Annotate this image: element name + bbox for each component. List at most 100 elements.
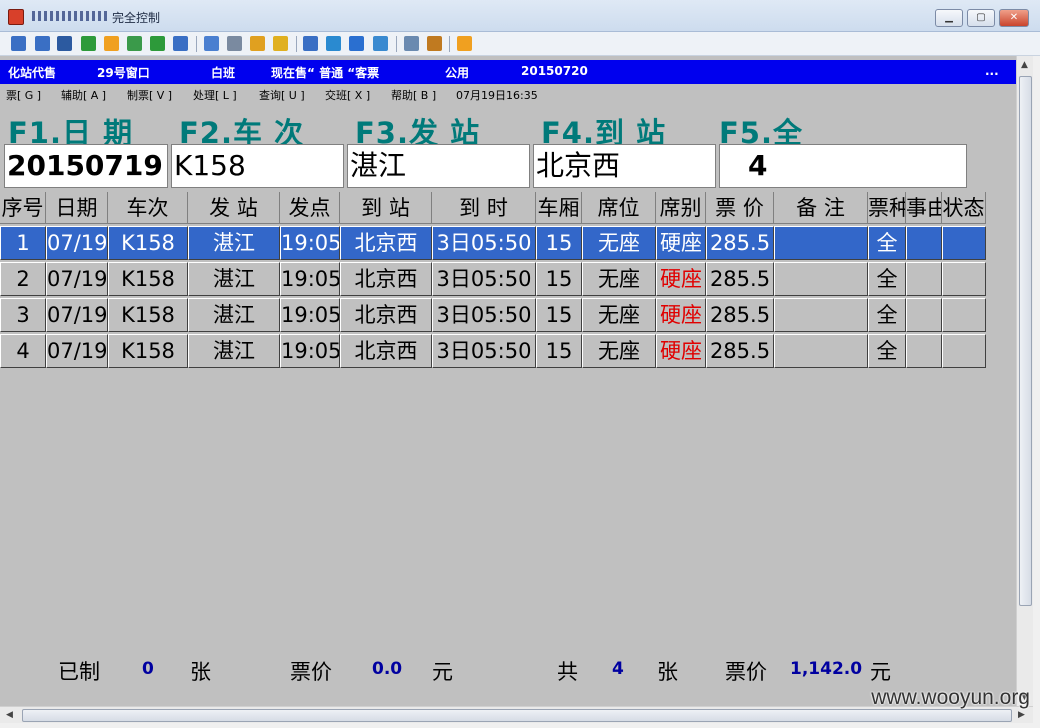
train-number-field[interactable]: K158 bbox=[171, 144, 344, 188]
title-obscured-text bbox=[32, 11, 110, 21]
toolbar-separator bbox=[196, 36, 197, 52]
menu-query[interactable]: 查询[ U ] bbox=[259, 87, 305, 103]
minimize-button[interactable]: ▁ bbox=[935, 9, 963, 27]
header-class: 席别 bbox=[656, 192, 706, 224]
cell-price: 285.5 bbox=[706, 334, 774, 368]
cell-to: 北京西 bbox=[340, 298, 432, 332]
table-row[interactable]: 4 07/19 K158 湛江 19:05 北京西 3日05:50 15 无座 硬座 285.5 全 bbox=[0, 334, 990, 368]
cell-price: 285.5 bbox=[706, 262, 774, 296]
cell-class: 硬座 bbox=[656, 262, 706, 296]
window-title: 完全控制 bbox=[112, 11, 161, 25]
window-icon[interactable] bbox=[303, 36, 318, 51]
cell-ticket-type: 全 bbox=[868, 298, 906, 332]
table-row[interactable]: 2 07/19 K158 湛江 19:05 北京西 3日05:50 15 无座 硬座 285.5 全 bbox=[0, 262, 990, 296]
scroll-up-icon[interactable]: ▲ bbox=[1021, 60, 1028, 70]
cell-reason bbox=[906, 226, 942, 260]
cell-date: 07/19 bbox=[46, 226, 108, 260]
horizontal-scroll-thumb[interactable] bbox=[22, 709, 1012, 722]
cell-depart-time: 19:05 bbox=[280, 334, 340, 368]
close-button[interactable]: ✕ bbox=[999, 9, 1029, 27]
header-remark: 备 注 bbox=[774, 192, 868, 224]
terminal-icon[interactable] bbox=[57, 36, 72, 51]
cell-status bbox=[942, 334, 986, 368]
exit-icon[interactable] bbox=[457, 36, 472, 51]
computer-icon[interactable] bbox=[11, 36, 26, 51]
cell-coach: 15 bbox=[536, 334, 582, 368]
shift-label: 白班 bbox=[211, 66, 236, 80]
power-icon[interactable] bbox=[104, 36, 119, 51]
unlock-icon[interactable] bbox=[273, 36, 288, 51]
toolbar-separator bbox=[296, 36, 297, 52]
chat-icon[interactable] bbox=[127, 36, 142, 51]
business-date: 20150720 bbox=[521, 64, 588, 78]
from-station-field[interactable]: 湛江 bbox=[347, 144, 530, 188]
cell-class: 硬座 bbox=[656, 298, 706, 332]
table-row[interactable]: 1 07/19 K158 湛江 19:05 北京西 3日05:50 15 无座 硬座 285.5 全 bbox=[0, 226, 990, 260]
tools-icon[interactable] bbox=[427, 36, 442, 51]
phone-icon[interactable] bbox=[150, 36, 165, 51]
menu-make-ticket[interactable]: 制票[ V ] bbox=[127, 87, 172, 103]
menu-process[interactable]: 处理[ L ] bbox=[193, 87, 237, 103]
to-station-field[interactable]: 北京西 bbox=[533, 144, 716, 188]
cell-status bbox=[942, 226, 986, 260]
menu-handover[interactable]: 交班[ X ] bbox=[325, 87, 370, 103]
total-price-value: 1,142.0 bbox=[790, 659, 863, 679]
cell-train: K158 bbox=[108, 334, 188, 368]
cell-to: 北京西 bbox=[340, 334, 432, 368]
usage-label: 公用 bbox=[445, 66, 470, 80]
menu-ticket[interactable]: 票[ G ] bbox=[6, 87, 41, 103]
window-titlebar: 完全控制 ▁ ▢ ✕ bbox=[0, 0, 1040, 32]
cell-train: K158 bbox=[108, 226, 188, 260]
cell-reason bbox=[906, 298, 942, 332]
transfer-icon[interactable] bbox=[81, 36, 96, 51]
header-ticket-type: 票种 bbox=[868, 192, 906, 224]
ticket-table: 序号日期车次发 站发点到 站到 时车厢席位席别票 价备 注票种事由状态107/1… bbox=[0, 192, 990, 372]
menu-timestamp: 07月19日16:35 bbox=[456, 89, 538, 102]
vertical-scroll-thumb[interactable] bbox=[1019, 76, 1032, 606]
cell-status bbox=[942, 298, 986, 332]
cell-coach: 15 bbox=[536, 298, 582, 332]
refresh-icon[interactable] bbox=[373, 36, 388, 51]
message-icon[interactable] bbox=[173, 36, 188, 51]
table-row[interactable]: 3 07/19 K158 湛江 19:05 北京西 3日05:50 15 无座 硬座 285.5 全 bbox=[0, 298, 990, 332]
header-reason: 事由 bbox=[906, 192, 942, 224]
app-icon bbox=[8, 9, 24, 25]
made-label: 已制 bbox=[58, 660, 100, 684]
cell-seat: 无座 bbox=[582, 334, 656, 368]
cell-from: 湛江 bbox=[188, 262, 280, 296]
cell-arrive-time: 3日05:50 bbox=[432, 298, 536, 332]
date-field[interactable]: 20150719 bbox=[4, 144, 168, 188]
maximize-button[interactable]: ▢ bbox=[967, 9, 995, 27]
header-train: 车次 bbox=[108, 192, 188, 224]
ticket-count-field[interactable]: 4 bbox=[719, 144, 967, 188]
made-count: 0 bbox=[142, 659, 154, 679]
network-icon[interactable] bbox=[227, 36, 242, 51]
toolbar-separator bbox=[449, 36, 450, 52]
fit-icon[interactable] bbox=[326, 36, 341, 51]
total-label: 共 bbox=[557, 660, 578, 684]
cell-depart-time: 19:05 bbox=[280, 298, 340, 332]
vertical-scrollbar[interactable]: ▲ ▼ bbox=[1016, 56, 1033, 706]
total-unit: 张 bbox=[657, 660, 678, 684]
scroll-left-icon[interactable]: ◀ bbox=[6, 710, 13, 720]
cell-seat: 无座 bbox=[582, 298, 656, 332]
upload-icon[interactable] bbox=[204, 36, 219, 51]
cell-class: 硬座 bbox=[656, 226, 706, 260]
cell-price: 285.5 bbox=[706, 298, 774, 332]
cell-ticket-type: 全 bbox=[868, 226, 906, 260]
cell-ticket-type: 全 bbox=[868, 262, 906, 296]
cell-remark bbox=[774, 334, 868, 368]
copy-icon[interactable] bbox=[404, 36, 419, 51]
menu-help[interactable]: 帮助[ B ] bbox=[391, 87, 436, 103]
cell-ticket-type: 全 bbox=[868, 334, 906, 368]
menu-assist[interactable]: 辅助[ A ] bbox=[61, 87, 106, 103]
cell-arrive-time: 3日05:50 bbox=[432, 262, 536, 296]
monitor-icon[interactable] bbox=[35, 36, 50, 51]
fullscreen-icon[interactable] bbox=[349, 36, 364, 51]
cell-from: 湛江 bbox=[188, 226, 280, 260]
lock-icon[interactable] bbox=[250, 36, 265, 51]
toolbar-separator bbox=[396, 36, 397, 52]
scroll-right-icon[interactable]: ▶ bbox=[1018, 710, 1025, 720]
cell-seat: 无座 bbox=[582, 262, 656, 296]
cell-date: 07/19 bbox=[46, 262, 108, 296]
